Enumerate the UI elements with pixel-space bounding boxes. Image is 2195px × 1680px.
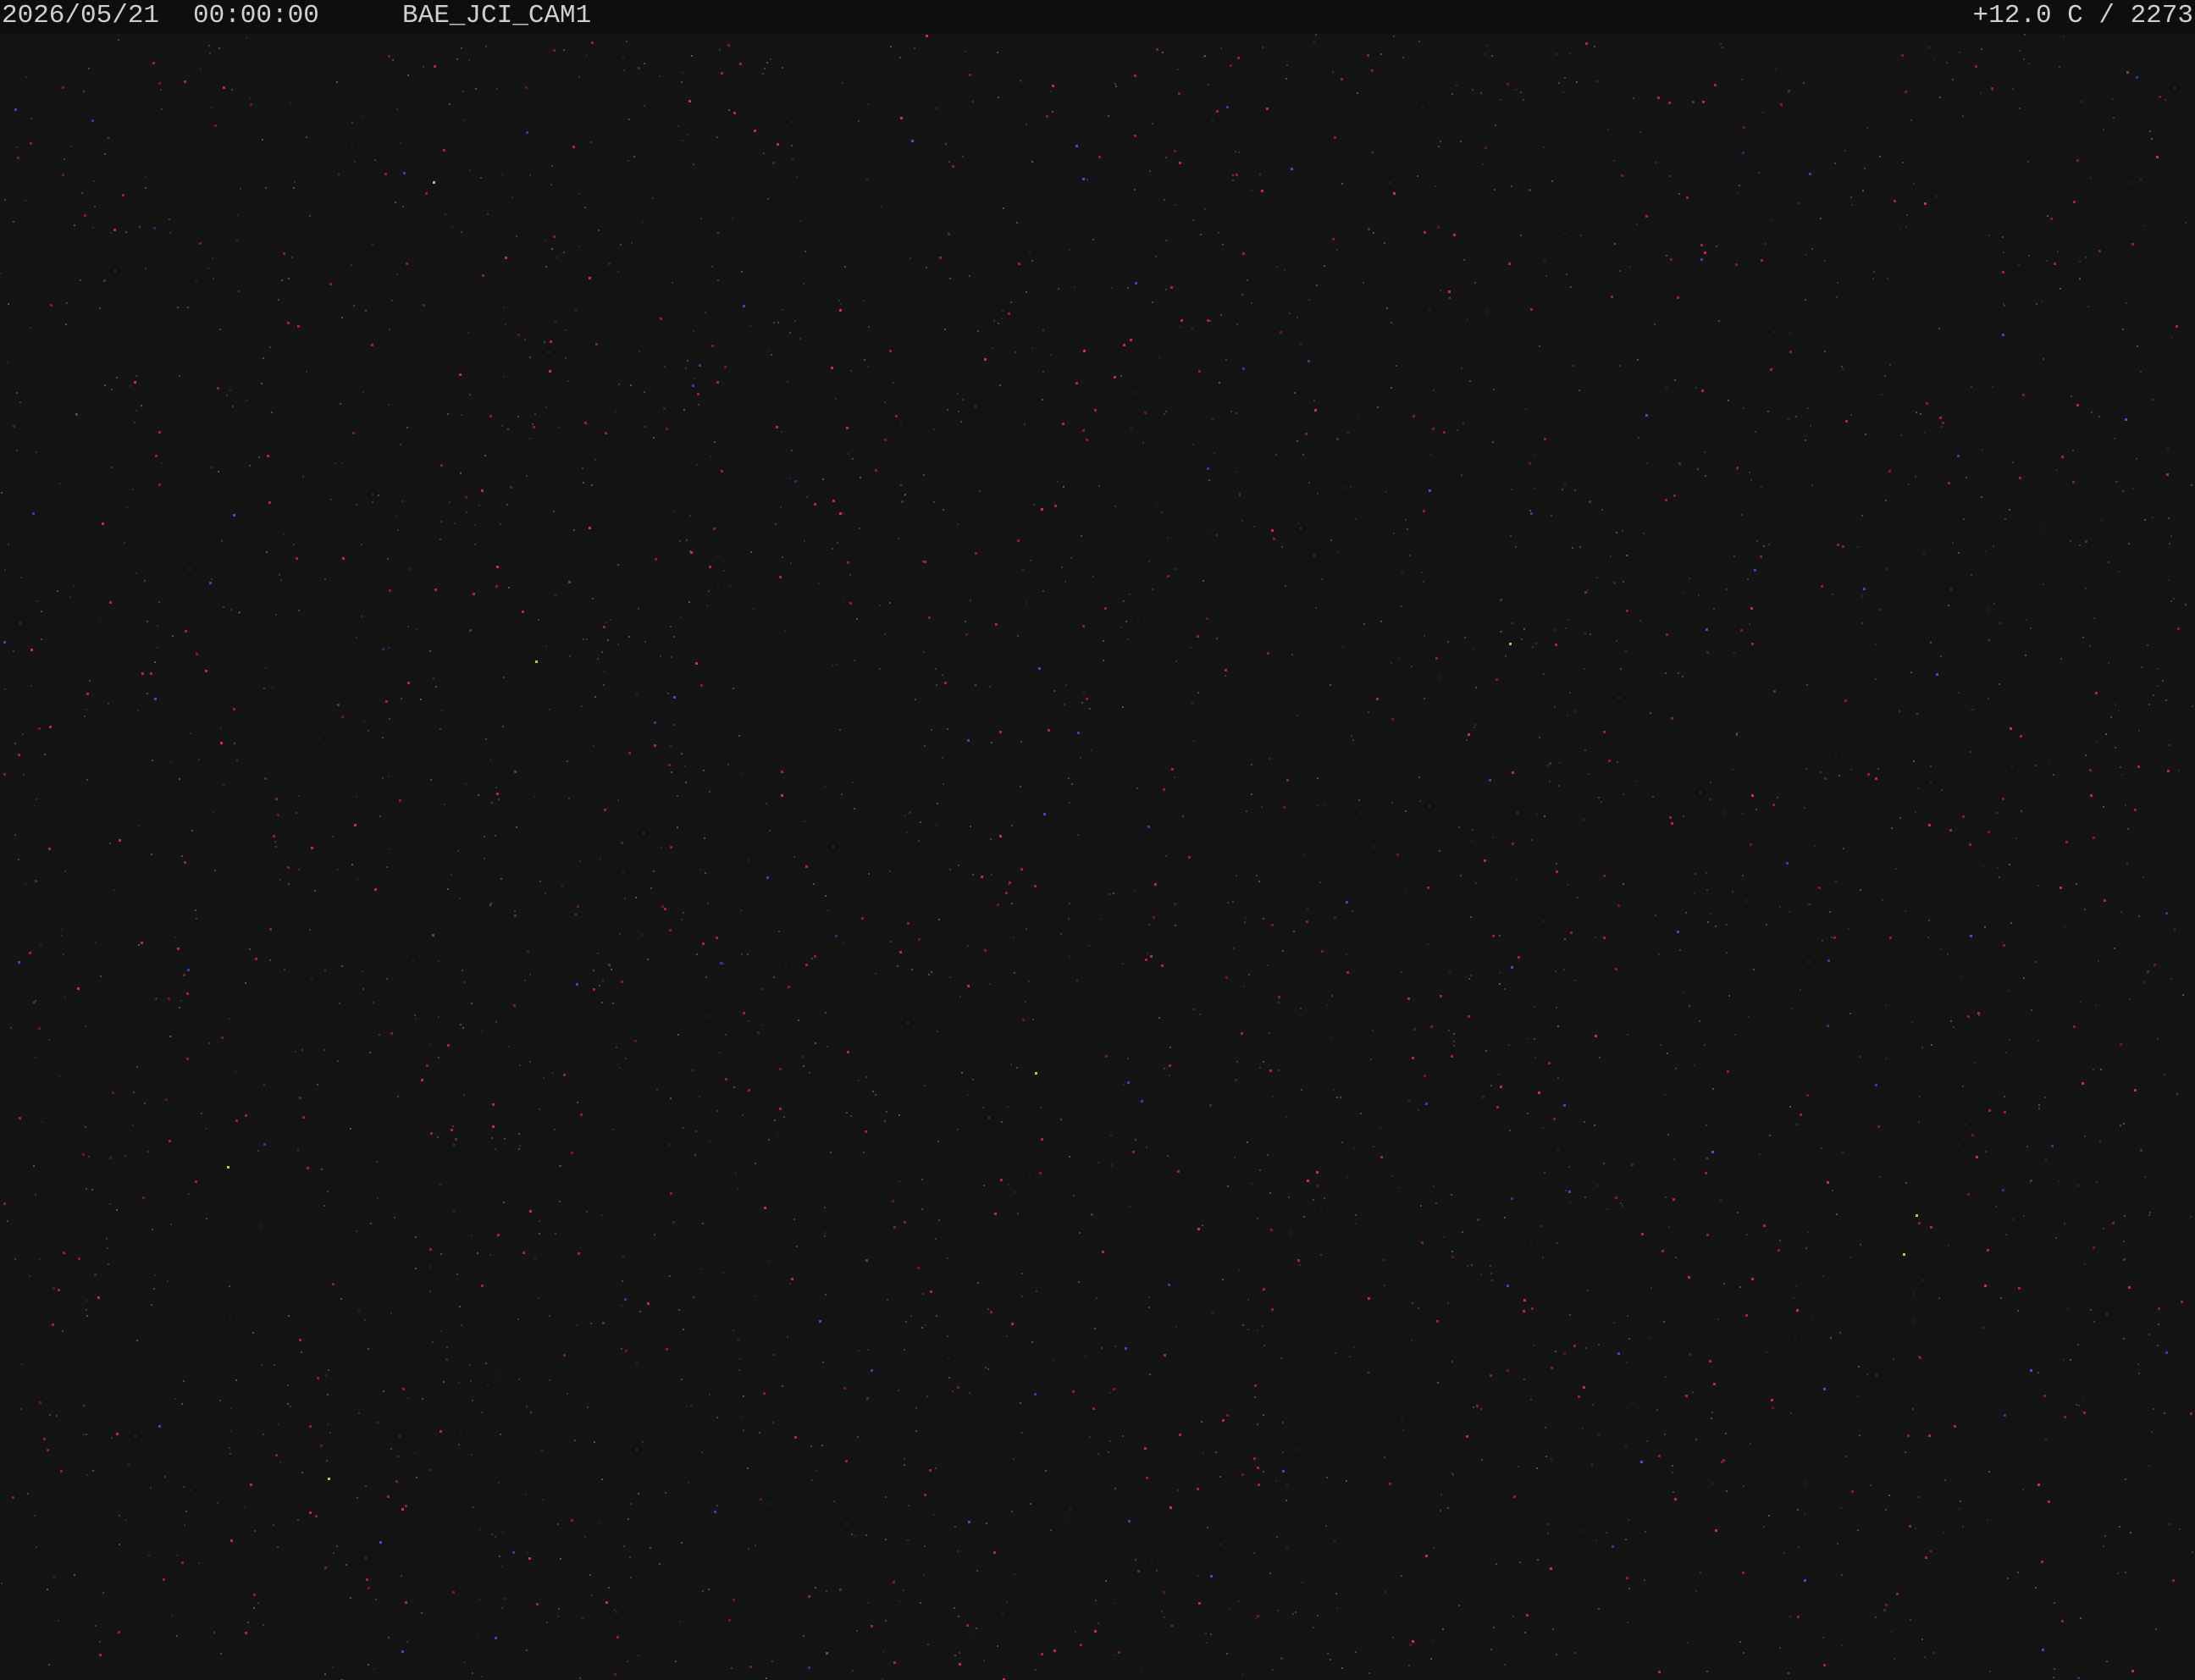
camera-frame: 2026/05/21 00:00:00 BAE_JCI_CAM1 +12.0 C… <box>0 0 2195 1680</box>
osd-date: 2026/05/21 <box>2 1 160 30</box>
osd-camera-name: BAE_JCI_CAM1 <box>402 1 592 30</box>
sensor-noise-field <box>0 34 2193 1680</box>
osd-overlay-bar: 2026/05/21 00:00:00 BAE_JCI_CAM1 +12.0 C… <box>0 0 2195 34</box>
osd-time: 00:00:00 <box>193 1 319 30</box>
osd-sensor-readout: +12.0 C / 2273 <box>1972 1 2193 30</box>
